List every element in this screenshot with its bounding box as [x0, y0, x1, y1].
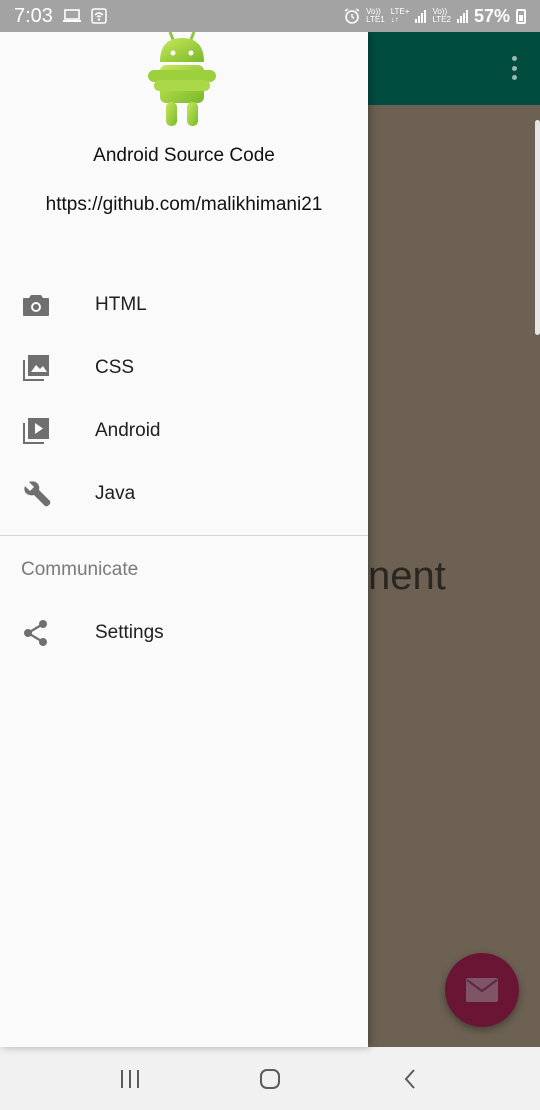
signal-icon-2 [456, 9, 468, 23]
battery-icon [516, 8, 526, 24]
menu-item-java[interactable]: Java [0, 462, 368, 525]
drawer-menu-communicate: Settings [0, 601, 368, 664]
system-nav-bar [0, 1047, 540, 1110]
background-text: nent [368, 554, 446, 598]
drawer-divider [0, 535, 368, 536]
volte1-label: Vo)) LTE1 [366, 7, 385, 24]
photo-library-icon [23, 354, 49, 381]
lte-plus-label: LTE+ ↓↑ [390, 7, 410, 24]
android-robot-icon [148, 32, 216, 126]
wifi-hotspot-icon [91, 8, 107, 24]
camera-icon [23, 294, 49, 316]
menu-item-html[interactable]: HTML [0, 273, 368, 336]
menu-item-label: CSS [95, 356, 135, 378]
drawer-header: Android Source Code https://github.com/m… [0, 32, 368, 235]
menu-item-label: Java [95, 482, 136, 504]
navigation-drawer: Android Source Code https://github.com/m… [0, 32, 368, 1047]
drawer-header-subtitle: https://github.com/malikhimani21 [45, 194, 323, 215]
menu-item-css[interactable]: CSS [0, 336, 368, 399]
signal-icon-1 [415, 9, 427, 23]
section-title-communicate: Communicate [21, 559, 139, 580]
battery-percent: 57% [473, 5, 510, 26]
video-library-icon [23, 417, 49, 444]
wrench-icon [24, 480, 51, 506]
volte2-label: Vo)) LTE2 [432, 7, 451, 24]
menu-item-settings[interactable]: Settings [0, 601, 368, 664]
back-icon [404, 1068, 415, 1089]
home-button[interactable] [240, 1054, 300, 1104]
scroll-indicator [535, 120, 540, 335]
mail-icon [466, 978, 498, 1002]
recents-icon [121, 1069, 139, 1088]
status-bar: 7:03 Vo)) LTE1 LTE+ ↓↑ Vo)) LTE2 57% [0, 0, 540, 32]
alarm-icon [344, 8, 360, 24]
menu-item-label: Settings [95, 621, 164, 643]
status-time: 7:03 [14, 4, 53, 27]
menu-item-label: Android [95, 419, 161, 441]
share-icon [24, 619, 47, 646]
menu-item-label: HTML [95, 293, 147, 315]
recents-button[interactable] [100, 1054, 160, 1104]
overflow-menu-icon[interactable] [512, 56, 518, 80]
laptop-icon [62, 9, 81, 22]
mail-fab-button[interactable] [445, 953, 519, 1027]
back-button[interactable] [380, 1054, 440, 1104]
home-icon [260, 1068, 280, 1089]
menu-item-android[interactable]: Android [0, 399, 368, 462]
drawer-menu: HTML CSS Android Java [0, 273, 368, 525]
drawer-header-title: Android Source Code [93, 145, 275, 166]
